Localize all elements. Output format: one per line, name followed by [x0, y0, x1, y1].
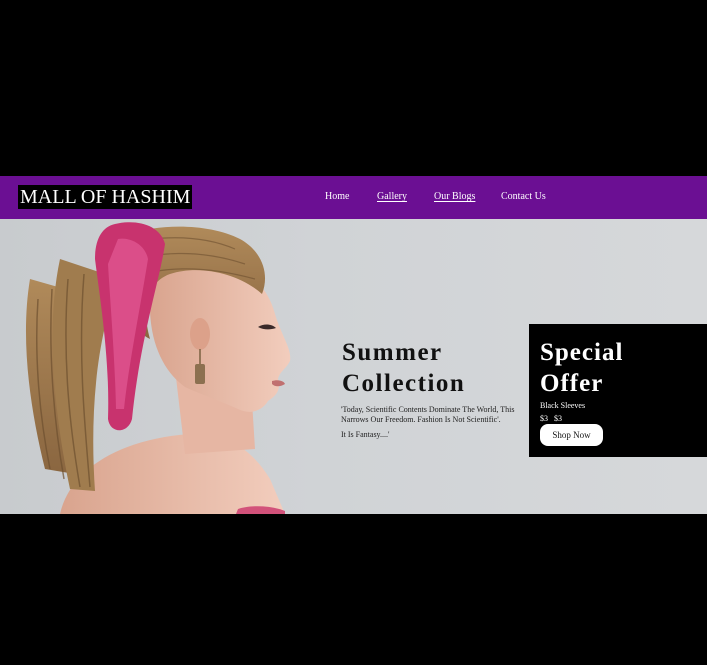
- offer-item-name: Black Sleeves: [540, 401, 586, 410]
- collection-title-line1: Summer: [342, 339, 443, 366]
- collection-quote: 'Today, Scientific Contents Dominate The…: [341, 405, 515, 424]
- brand-logo[interactable]: MALL OF HASHIM: [18, 185, 193, 209]
- nav-contact-us[interactable]: Contact Us: [501, 190, 546, 204]
- page: MALL OF HASHIM Home Gallery Our Blogs Co…: [0, 0, 707, 665]
- special-offer-card: Special Offer Black Sleeves $3 $3 Shop No…: [529, 324, 707, 457]
- offer-title-line2: Offer: [540, 370, 604, 397]
- offer-title-line1: Special: [540, 339, 624, 366]
- offer-title: Special Offer: [540, 337, 700, 399]
- collection-quote-ending: It Is Fantasy....': [341, 430, 390, 439]
- collection-title-line2: Collection: [342, 370, 466, 397]
- offer-prices: $3 $3: [540, 414, 568, 424]
- shop-now-button[interactable]: Shop Now: [540, 424, 603, 446]
- nav-gallery[interactable]: Gallery: [377, 190, 407, 204]
- hero-model-image: [25, 222, 291, 514]
- navbar: MALL OF HASHIM Home Gallery Our Blogs Co…: [0, 176, 707, 219]
- nav-our-blogs[interactable]: Our Blogs: [434, 190, 475, 204]
- collection-title: Summer Collection: [342, 337, 532, 399]
- nav-home[interactable]: Home: [325, 190, 349, 204]
- hero-banner: Summer Collection 'Today, Scientific Con…: [0, 219, 707, 514]
- offer-new-price: $3: [554, 414, 562, 423]
- offer-old-price: $3: [540, 414, 548, 423]
